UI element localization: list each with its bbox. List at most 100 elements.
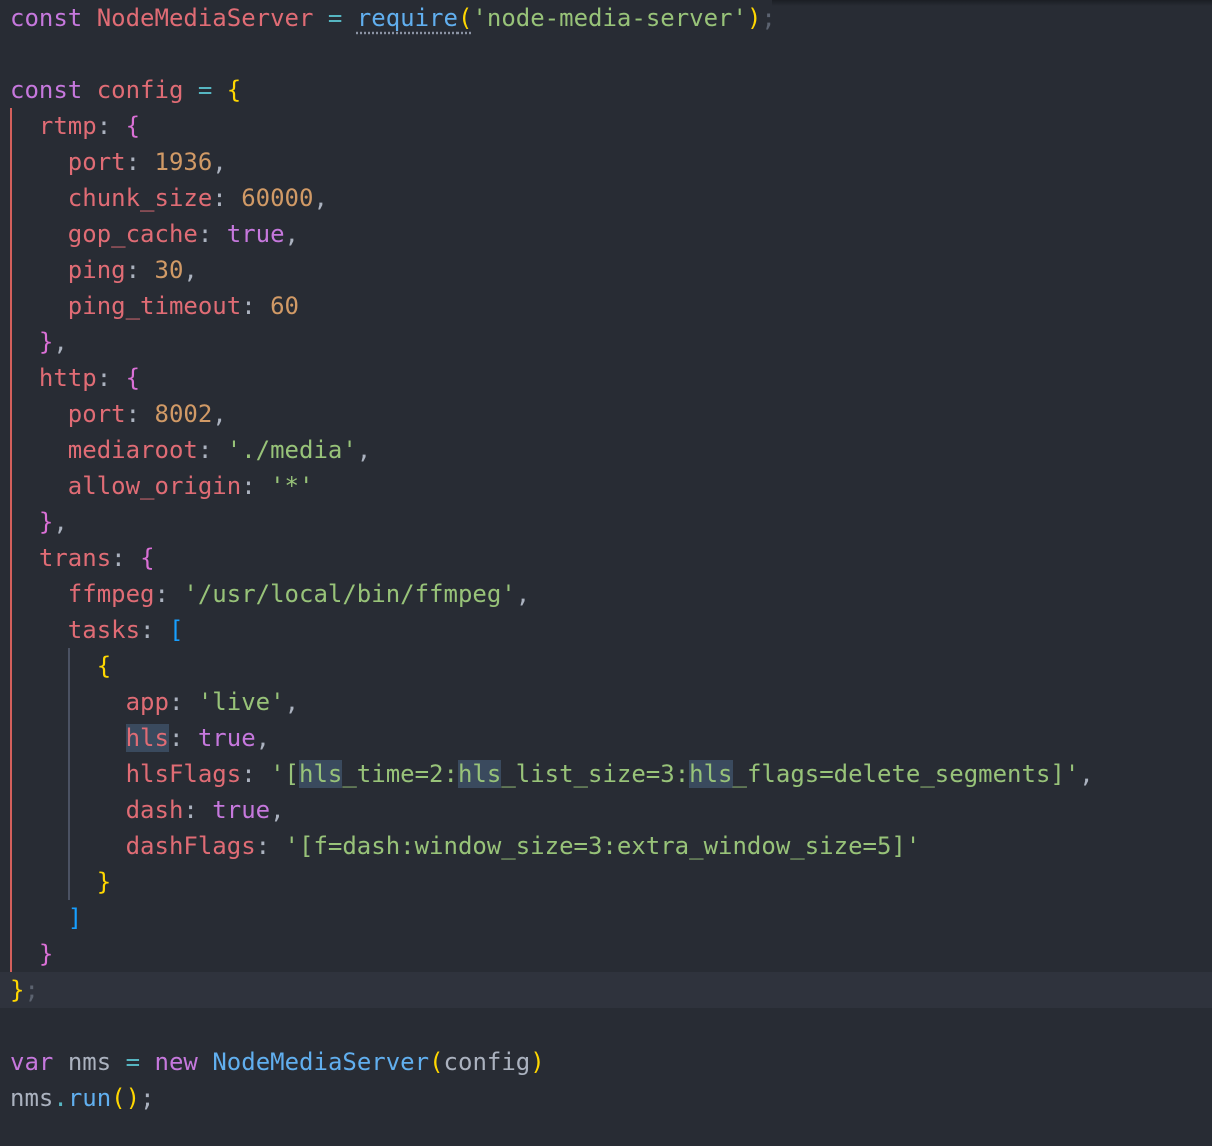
token-property: mediaroot (67, 436, 198, 464)
token-paren: ( (429, 1048, 444, 1076)
token-string: 'node-media-server' (472, 4, 747, 32)
code-line-9[interactable]: ping_timeout: 60 (10, 288, 299, 324)
code-line-25[interactable]: } (10, 864, 111, 900)
token-comma: , (183, 256, 198, 284)
token-property: app (125, 688, 169, 716)
code-editor[interactable]: const NodeMediaServer = require ( 'node-me… (0, 0, 1212, 1146)
code-line-27[interactable]: } (10, 936, 53, 972)
token-property: port (67, 148, 126, 176)
code-line-16[interactable]: trans: { (10, 540, 155, 576)
token-property: dash (125, 796, 184, 824)
token-colon: : (140, 616, 155, 644)
token-string-match: hls (299, 760, 343, 788)
code-line-22[interactable]: hlsFlags: '[hls_time=2:hls_list_size=3:h… (10, 756, 1094, 792)
token-colon: : (125, 400, 141, 428)
code-line-1[interactable]: const NodeMediaServer = require('node-me… (10, 0, 776, 36)
token-comma: , (53, 328, 68, 356)
token-function: run (67, 1084, 112, 1112)
token-comma: , (515, 580, 531, 608)
token-paren: ) (125, 1084, 141, 1112)
code-line-26[interactable]: ] (10, 900, 82, 936)
token-brace: { (96, 652, 112, 680)
token-semicolon: ; (24, 976, 39, 1004)
code-line-12[interactable]: port: 8002, (10, 396, 227, 432)
token-colon: : (241, 760, 256, 788)
token-colon: : (183, 796, 198, 824)
token-semicolon: ; (761, 4, 776, 32)
token-function: require (356, 4, 458, 32)
token-comma: , (212, 400, 227, 428)
code-line-3[interactable]: const config = { (10, 72, 241, 108)
token-boolean: true (212, 796, 271, 824)
code-line-6[interactable]: chunk_size: 60000, (10, 180, 328, 216)
code-line-20[interactable]: app: 'live', (10, 684, 299, 720)
token-string: '/usr/local/bin/ffmpeg' (183, 580, 516, 608)
code-line-5[interactable]: port: 1936, (10, 144, 227, 180)
token-comma: , (270, 796, 285, 824)
token-comma: , (1079, 760, 1094, 788)
token-property: trans (38, 544, 112, 572)
token-brace: { (125, 364, 141, 392)
code-line-19[interactable]: { (10, 648, 111, 684)
token-string: '[f=dash:window_size=3:extra_window_size… (284, 832, 921, 860)
token-property: ping (67, 256, 126, 284)
code-line-17[interactable]: ffmpeg: '/usr/local/bin/ffmpeg', (10, 576, 530, 612)
code-line-10[interactable]: }, (10, 324, 68, 360)
token-number: 1936 (154, 148, 213, 176)
token-identifier: nms (67, 1048, 112, 1076)
token-bracket: ] (67, 904, 83, 932)
token-comma: , (313, 184, 328, 212)
token-argument: config (443, 1048, 531, 1076)
code-line-7[interactable]: gop_cache: true, (10, 216, 299, 252)
code-line-11[interactable]: http: { (10, 360, 140, 396)
code-line-14[interactable]: allow_origin: '*' (10, 468, 314, 504)
token-brace: { (226, 76, 242, 104)
token-boolean: true (226, 220, 285, 248)
code-line-15[interactable]: }, (10, 504, 68, 540)
token-property: port (67, 400, 126, 428)
token-property: ping_timeout (67, 292, 242, 320)
code-line-8[interactable]: ping: 30, (10, 252, 198, 288)
token-string-part: _time=2: (342, 760, 458, 788)
token-string-part: _flags=delete_segments]' (732, 760, 1080, 788)
token-string-match: hls (457, 760, 502, 788)
code-line-21[interactable]: hls: true, (10, 720, 270, 756)
token-brace: } (38, 328, 54, 356)
code-line-23[interactable]: dash: true, (10, 792, 285, 828)
token-string: '*' (270, 472, 314, 500)
token-colon: : (197, 436, 213, 464)
token-number: 8002 (154, 400, 213, 428)
token-operator: = (197, 76, 213, 104)
token-paren: ) (530, 1048, 545, 1076)
token-property: chunk_size (67, 184, 213, 212)
token-property: ffmpeg (67, 580, 155, 608)
code-line-24[interactable]: dashFlags: '[f=dash:window_size=3:extra_… (10, 828, 921, 864)
token-string-part: '[ (270, 760, 299, 788)
token-property: hlsFlags (125, 760, 242, 788)
token-colon: : (168, 724, 184, 752)
code-line-13[interactable]: mediaroot: './media', (10, 432, 371, 468)
token-colon: : (255, 832, 271, 860)
code-line-4[interactable]: rtmp: { (10, 108, 140, 144)
token-colon: : (111, 544, 126, 572)
token-keyword: var (10, 1048, 54, 1076)
code-line-31[interactable]: nms.run(); (10, 1080, 155, 1116)
scroll-shadow (772, 0, 1212, 6)
token-number: 60000 (241, 184, 314, 212)
token-property: http (38, 364, 97, 392)
token-identifier: NodeMediaServer (96, 4, 314, 32)
token-brace: } (38, 508, 54, 536)
token-boolean: true (197, 724, 256, 752)
code-line-18[interactable]: tasks: [ (10, 612, 184, 648)
token-brace: { (140, 544, 155, 572)
token-keyword: const (10, 4, 83, 32)
token-brace: } (96, 868, 112, 896)
token-brace: } (38, 940, 54, 968)
code-line-28[interactable]: }; (10, 972, 39, 1008)
token-colon: : (197, 220, 213, 248)
code-line-30[interactable]: var nms = new NodeMediaServer(config) (10, 1044, 545, 1080)
token-brace: { (125, 112, 141, 140)
token-comma: , (356, 436, 372, 464)
token-dot: . (53, 1084, 68, 1112)
token-semicolon: ; (140, 1084, 155, 1112)
